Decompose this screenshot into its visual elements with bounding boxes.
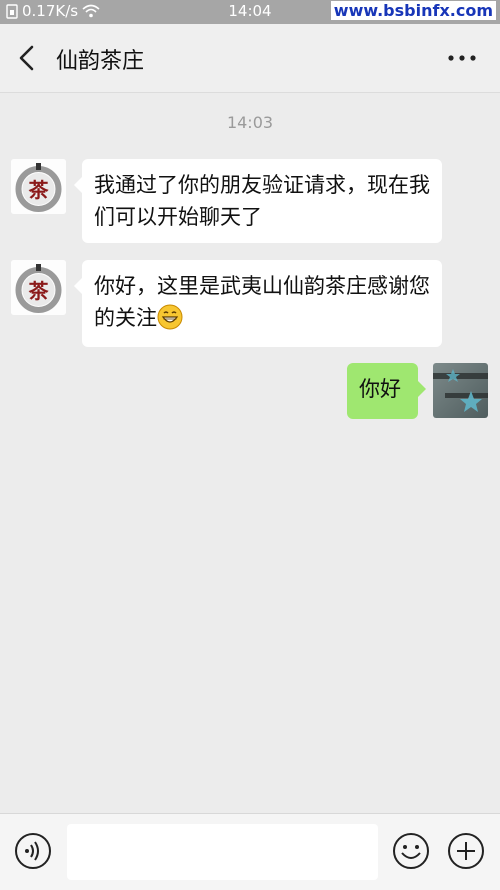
chat-area[interactable]: 14:03 茶 我通过了你的朋友验证请求，现在我们可以开始聊天了 茶 你好，这里…	[0, 93, 500, 813]
nav-bar: 仙韵茶庄	[0, 24, 500, 93]
message-bubble-sent[interactable]: 你好	[347, 363, 426, 419]
message-bubble-received[interactable]: 你好，这里是武夷山仙韵茶庄感谢您的关注	[74, 260, 442, 347]
contact-avatar[interactable]: 茶	[11, 260, 66, 315]
message-text: 你好，这里是武夷山仙韵茶庄感谢您的关注	[94, 274, 430, 330]
grin-emoji-icon	[157, 304, 183, 330]
message-input[interactable]	[67, 824, 378, 880]
plus-icon[interactable]	[447, 832, 485, 870]
message-bubble-received[interactable]: 我通过了你的朋友验证请求，现在我们可以开始聊天了	[74, 159, 442, 243]
tea-logo-icon: 茶	[11, 159, 66, 214]
message-text: 你好	[359, 377, 401, 401]
contact-avatar[interactable]: 茶	[11, 159, 66, 214]
watermark: www.bsbinfx.com	[330, 1, 496, 20]
page-title: 仙韵茶庄	[56, 49, 145, 74]
voice-icon[interactable]	[14, 832, 52, 870]
status-right: www.bsbinfx.com	[330, 1, 496, 20]
svg-text:茶: 茶	[29, 178, 50, 202]
my-avatar-image	[433, 363, 488, 418]
svg-text:茶: 茶	[29, 279, 50, 303]
more-options-icon[interactable]	[446, 44, 478, 72]
input-bar	[0, 813, 500, 890]
message-timestamp: 14:03	[226, 113, 274, 132]
emoji-icon[interactable]	[392, 832, 430, 870]
tea-logo-icon: 茶	[11, 260, 66, 315]
message-text: 我通过了你的朋友验证请求，现在我们可以开始聊天了	[94, 173, 430, 229]
status-bar: 0.17K/s 14:04 www.bsbinfx.com	[0, 0, 500, 24]
my-avatar[interactable]	[433, 363, 488, 418]
back-icon[interactable]	[12, 42, 44, 74]
